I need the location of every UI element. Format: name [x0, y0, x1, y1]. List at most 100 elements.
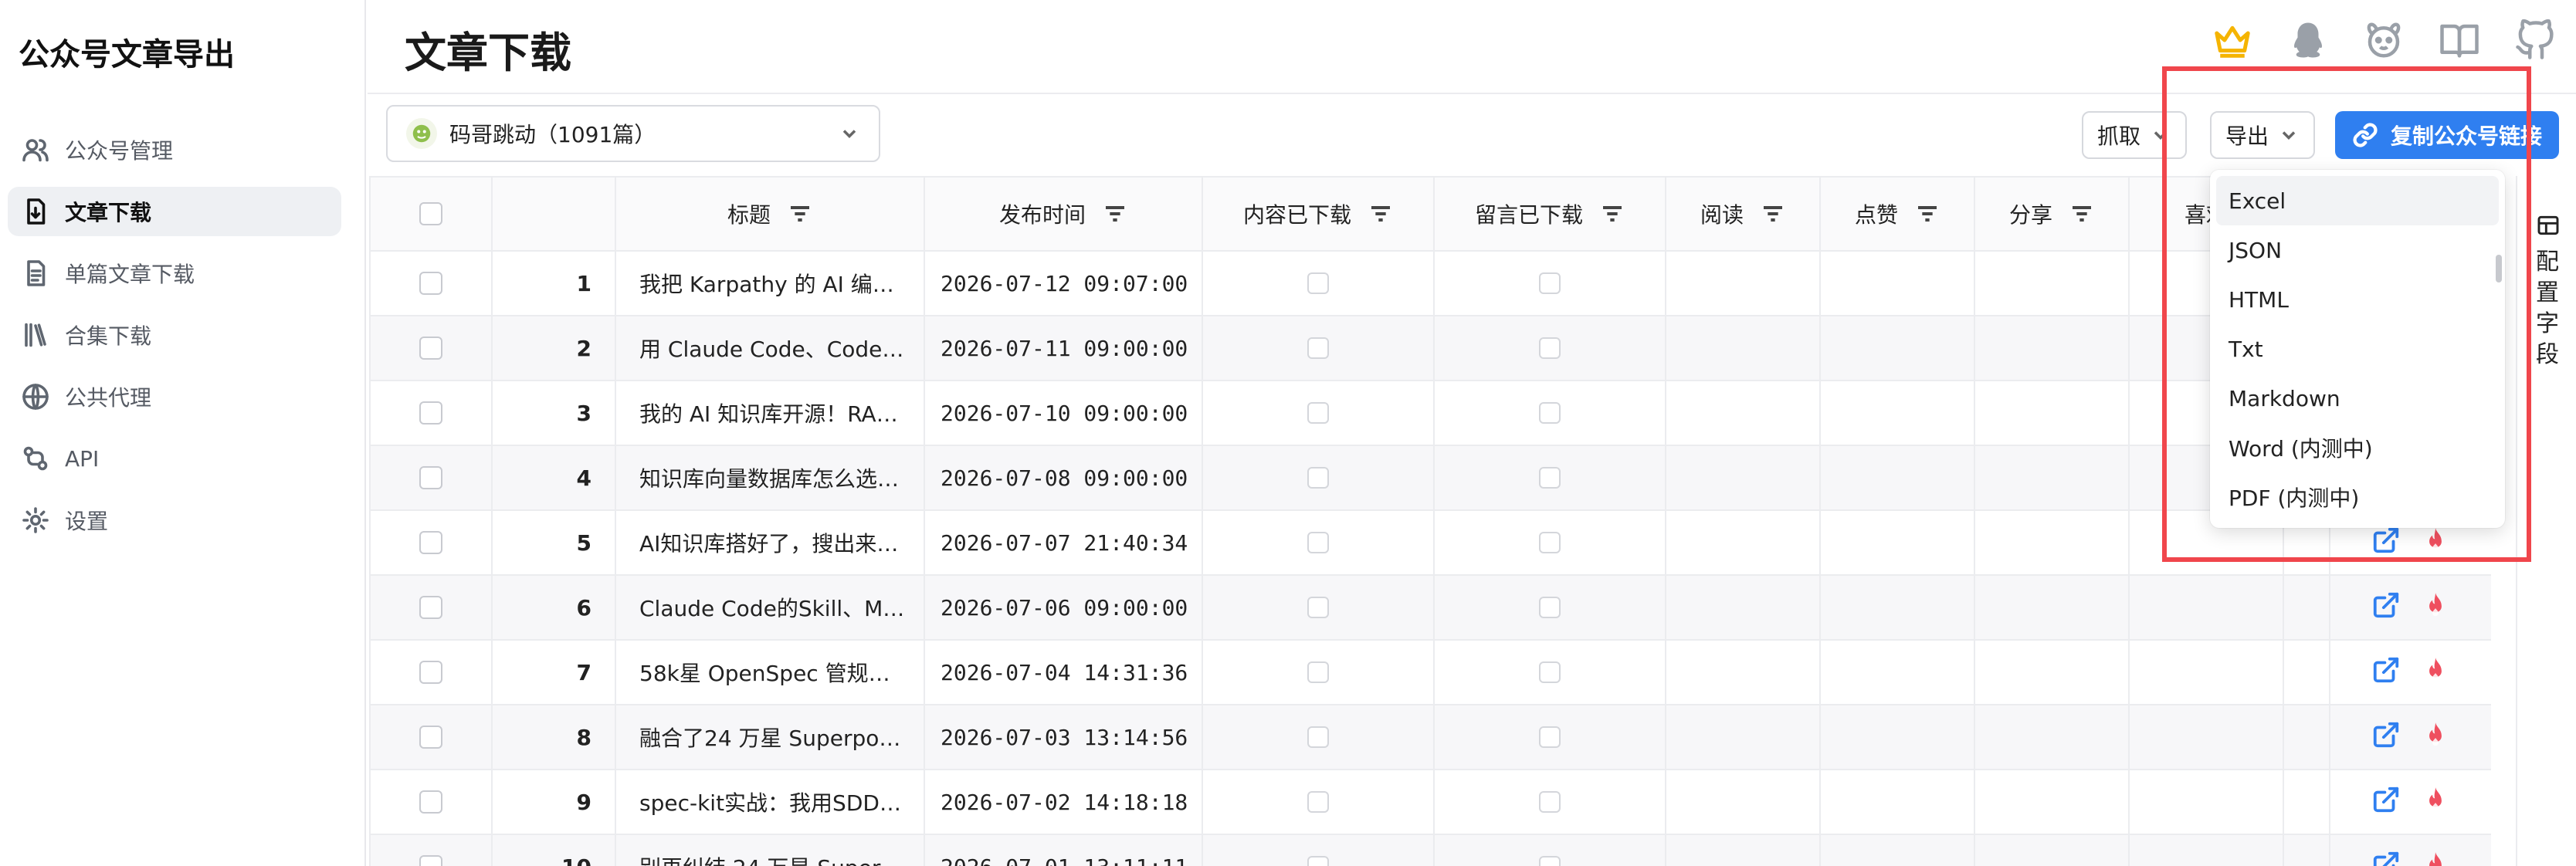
table-row[interactable]: 1 我把 Karpathy 的 AI 编… 2026-07-12 09:07:00 [369, 250, 2491, 316]
row-comments-downloaded[interactable] [1433, 834, 1666, 866]
export-option-txt[interactable]: Txt [2216, 324, 2499, 374]
row-checkbox[interactable] [419, 855, 442, 866]
fire-icon[interactable] [2421, 785, 2450, 814]
row-select-cell[interactable] [369, 639, 493, 705]
fire-icon[interactable] [2421, 590, 2450, 620]
fire-icon[interactable] [2421, 850, 2450, 866]
external-link-icon[interactable] [2371, 590, 2401, 620]
header-reads[interactable]: 阅读 [1665, 176, 1821, 252]
header-title[interactable]: 标题 [615, 176, 925, 252]
content-downloaded-checkbox[interactable] [1307, 272, 1329, 294]
header-likes[interactable]: 点赞 [1819, 176, 1975, 252]
table-row[interactable]: 10别再纠结 24 万星 Super…2026-07-01 13:11:11 [369, 834, 2491, 866]
row-title[interactable]: 我把 Karpathy 的 AI 编… [615, 250, 925, 316]
row-select-cell[interactable] [369, 250, 493, 316]
header-shares[interactable]: 分享 [1974, 176, 2130, 252]
row-select-cell[interactable] [369, 380, 493, 446]
row-title[interactable]: 我的 AI 知识库开源！RA… [615, 380, 925, 446]
external-link-icon[interactable] [2371, 785, 2401, 814]
row-select-cell[interactable] [369, 445, 493, 511]
export-button[interactable]: 导出 [2210, 111, 2316, 159]
comments-downloaded-checkbox[interactable] [1539, 791, 1561, 813]
row-content-downloaded[interactable] [1202, 380, 1435, 446]
table-row[interactable]: 4 知识库向量数据库怎么选… 2026-07-08 09:00:00 [369, 445, 2491, 511]
row-comments-downloaded[interactable] [1433, 509, 1666, 576]
export-option-word[interactable]: Word (内测中) [2216, 423, 2499, 472]
fetch-button[interactable]: 抓取 [2082, 111, 2188, 159]
row-content-downloaded[interactable] [1202, 769, 1435, 835]
export-option-html[interactable]: HTML [2216, 275, 2499, 324]
row-checkbox[interactable] [419, 531, 442, 554]
comments-downloaded-checkbox[interactable] [1539, 272, 1561, 294]
export-option-json[interactable]: JSON [2216, 225, 2499, 275]
table-row[interactable]: 2用 Claude Code、Code… 2026-07-11 09:00:00 [369, 315, 2491, 381]
row-select-cell[interactable] [369, 574, 493, 641]
account-select[interactable]: 码哥跳动（1091篇） [386, 105, 880, 162]
table-row[interactable]: 6 Claude Code的Skill、M… 2026-07-06 09:00:00 [369, 574, 2491, 641]
content-downloaded-checkbox[interactable] [1307, 402, 1329, 424]
row-comments-downloaded[interactable] [1433, 639, 1666, 705]
content-downloaded-checkbox[interactable] [1307, 791, 1329, 813]
row-select-cell[interactable] [369, 315, 493, 381]
row-content-downloaded[interactable] [1202, 250, 1435, 316]
filter-icon[interactable] [1103, 201, 1127, 226]
crown-icon[interactable] [2212, 19, 2253, 62]
copy-account-link-button[interactable]: 复制公众号链接 [2335, 111, 2559, 159]
filter-icon[interactable] [788, 201, 812, 226]
row-checkbox[interactable] [419, 466, 442, 489]
config-fields-toggle[interactable]: 配置字段 [2516, 176, 2576, 866]
row-content-downloaded[interactable] [1202, 834, 1435, 866]
external-link-icon[interactable] [2371, 850, 2401, 866]
row-select-cell[interactable] [369, 834, 493, 866]
table-row[interactable]: 8 融合了24 万星 Superpo… 2026-07-03 13:14:56 [369, 704, 2491, 770]
dropdown-scrollbar[interactable] [2496, 255, 2502, 282]
row-title[interactable]: 别再纠结 24 万星 Super… [615, 834, 925, 866]
qq-icon[interactable] [2287, 19, 2329, 62]
sidebar-item-settings[interactable]: 设置 [8, 496, 341, 545]
filter-icon[interactable] [1368, 201, 1393, 226]
row-checkbox[interactable] [419, 661, 442, 684]
fire-icon[interactable] [2421, 526, 2450, 555]
comments-downloaded-checkbox[interactable] [1539, 402, 1561, 424]
comments-downloaded-checkbox[interactable] [1539, 661, 1561, 683]
row-select-cell[interactable] [369, 509, 493, 576]
header-content-downloaded[interactable]: 内容已下载 [1202, 176, 1435, 252]
table-row[interactable]: 3 我的 AI 知识库开源！RA… 2026-07-10 09:00:00 [369, 380, 2491, 446]
comments-downloaded-checkbox[interactable] [1539, 532, 1561, 553]
table-row[interactable]: 5 AI知识库搭好了，搜出来… 2026-07-07 21:40:34 [369, 509, 2491, 576]
row-comments-downloaded[interactable] [1433, 704, 1666, 770]
external-link-icon[interactable] [2371, 655, 2401, 685]
comments-downloaded-checkbox[interactable] [1539, 337, 1561, 359]
comments-downloaded-checkbox[interactable] [1539, 467, 1561, 489]
fire-icon[interactable] [2421, 655, 2450, 685]
export-option-markdown[interactable]: Markdown [2216, 374, 2499, 423]
export-option-excel[interactable]: Excel [2216, 176, 2499, 225]
row-title[interactable]: 融合了24 万星 Superpo… [615, 704, 925, 770]
content-downloaded-checkbox[interactable] [1307, 532, 1329, 553]
row-comments-downloaded[interactable] [1433, 574, 1666, 641]
row-content-downloaded[interactable] [1202, 445, 1435, 511]
table-row[interactable]: 9 spec-kit实战：我用SDD… 2026-07-02 14:18:18 [369, 769, 2491, 835]
filter-icon[interactable] [1600, 201, 1625, 226]
row-content-downloaded[interactable] [1202, 509, 1435, 576]
fire-icon[interactable] [2421, 720, 2450, 749]
export-option-pdf[interactable]: PDF (内测中) [2216, 472, 2499, 522]
sidebar-item-article-download[interactable]: 文章下载 [8, 187, 341, 236]
header-select-all[interactable] [369, 176, 493, 252]
row-content-downloaded[interactable] [1202, 574, 1435, 641]
row-title[interactable]: AI知识库搭好了，搜出来… [615, 509, 925, 576]
row-checkbox[interactable] [419, 401, 442, 425]
row-comments-downloaded[interactable] [1433, 445, 1666, 511]
row-select-cell[interactable] [369, 769, 493, 835]
header-comments-downloaded[interactable]: 留言已下载 [1433, 176, 1666, 252]
content-downloaded-checkbox[interactable] [1307, 467, 1329, 489]
row-checkbox[interactable] [419, 596, 442, 619]
table-row[interactable]: 7 58k星 OpenSpec 管规… 2026-07-04 14:31:36 [369, 639, 2491, 705]
row-checkbox[interactable] [419, 272, 442, 295]
header-publish-time[interactable]: 发布时间 [924, 176, 1203, 252]
row-checkbox[interactable] [419, 726, 442, 749]
row-title[interactable]: 知识库向量数据库怎么选… [615, 445, 925, 511]
content-downloaded-checkbox[interactable] [1307, 337, 1329, 359]
row-comments-downloaded[interactable] [1433, 380, 1666, 446]
content-downloaded-checkbox[interactable] [1307, 661, 1329, 683]
